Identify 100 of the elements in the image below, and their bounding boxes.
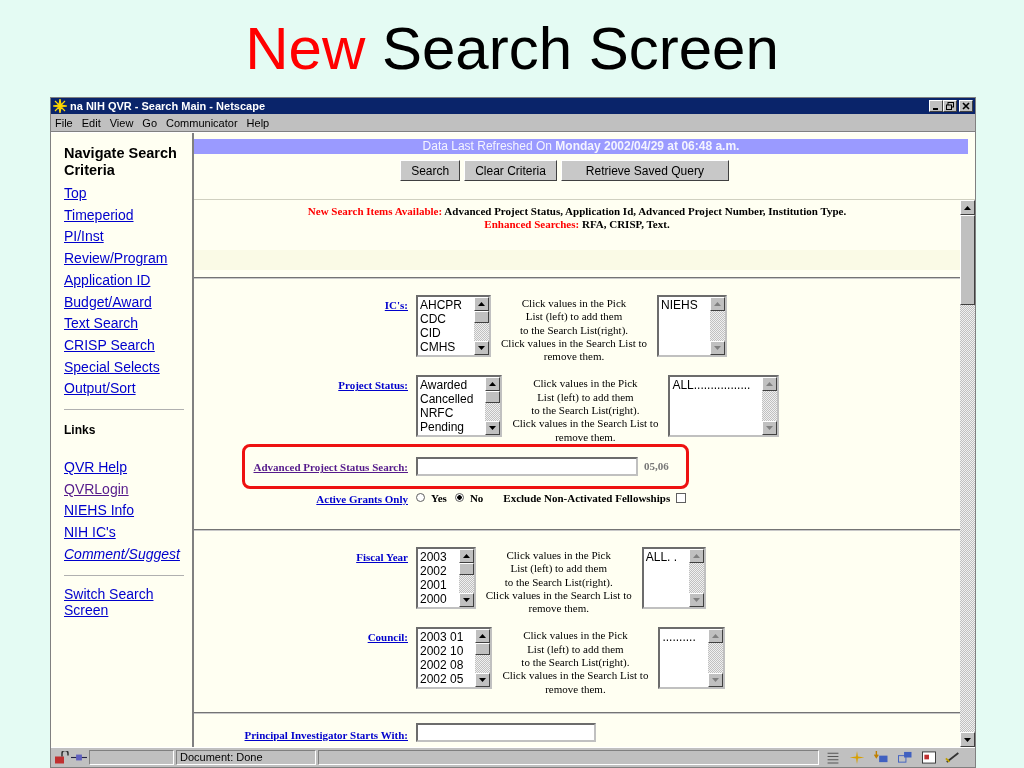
scrollbar[interactable] (475, 629, 491, 688)
down-arrow-icon (693, 597, 701, 602)
maximize-button[interactable] (943, 100, 957, 112)
list-option[interactable]: .......... (662, 630, 696, 645)
nav-link[interactable]: Top (64, 183, 87, 205)
up-arrow-icon (766, 382, 774, 387)
field-label-link[interactable]: Fiscal Year (356, 550, 408, 563)
nav-link[interactable]: Output/Sort (64, 378, 136, 401)
menu-item[interactable]: Go (142, 116, 158, 129)
menu-item[interactable]: Help (246, 116, 270, 129)
notice-text: New Search Items Available: Advanced Project Status, Application Id, Advanced Project Number, Institution Type. (306, 205, 848, 218)
nav-link[interactable]: CRISP Search (64, 334, 155, 357)
scrollbar[interactable] (474, 297, 489, 355)
up-arrow-icon (693, 553, 701, 558)
pick-list[interactable]: Awarded Cancelled NRFC Pending (416, 375, 503, 438)
nav-link[interactable]: Timeperiod (64, 204, 134, 227)
list-option[interactable]: 2002 05 (420, 672, 464, 687)
toolbar-button[interactable]: Retrieve Saved Query (560, 160, 729, 181)
radio-label: No (469, 491, 484, 504)
menu-item[interactable]: File (55, 116, 73, 129)
toolbar-button[interactable]: Search (400, 160, 461, 181)
switch-screen-link[interactable]: Switch Search Screen (64, 585, 174, 618)
radio-button[interactable] (416, 493, 425, 503)
list-option[interactable]: Cancelled (420, 392, 474, 407)
refresh-banner: Data Last Refreshed On Monday 2002/04/29 at 06:48 a.m. (194, 139, 968, 154)
list-option[interactable]: CMHS (420, 340, 462, 354)
field-label-link[interactable]: IC's: (384, 299, 408, 311)
scrollbar[interactable] (960, 200, 975, 747)
sidebar-link[interactable]: QVRLogin (64, 478, 129, 501)
list-option[interactable]: ALL................. (672, 378, 751, 393)
scroll-thumb[interactable] (960, 215, 975, 305)
list-option[interactable]: Pending (420, 420, 474, 435)
list-option[interactable]: NIEHS (661, 298, 698, 312)
down-arrow-icon (462, 597, 470, 602)
input-field[interactable] (416, 722, 596, 742)
menu-item[interactable]: Communicator (166, 116, 238, 129)
list-option[interactable]: 2002 (420, 563, 447, 578)
up-arrow-icon (462, 553, 470, 558)
scrollbar[interactable] (458, 548, 474, 607)
up-arrow-icon (478, 302, 485, 306)
pick-list[interactable]: 2003 01 2002 10 2002 08 2002 05 (416, 627, 493, 690)
list-option[interactable]: 2003 01 (420, 630, 464, 645)
down-arrow-icon (711, 678, 719, 683)
nav-link[interactable]: Text Search (64, 313, 138, 335)
list-option[interactable]: 2001 (420, 577, 447, 592)
lock-icon (53, 751, 69, 764)
star-icon (849, 751, 865, 764)
up-arrow-icon (489, 382, 497, 387)
notice-text: Enhanced Searches: RFA, CRISP, Text. (483, 218, 671, 231)
nav-link[interactable]: Application ID (64, 269, 151, 292)
down-arrow-icon (478, 346, 485, 350)
nav-link[interactable]: Budget/Award (64, 291, 152, 314)
search-list[interactable]: NIEHS (657, 295, 727, 357)
list-option[interactable]: NRFC (420, 406, 474, 421)
list-option[interactable]: ALL. . (645, 549, 678, 564)
sidebar-link[interactable]: Comment/Suggest (64, 543, 180, 566)
search-list[interactable]: ALL................. (668, 375, 780, 438)
pick-list[interactable]: AHCPR CDC CID CMHS (416, 295, 491, 357)
list-option[interactable]: CDC (420, 312, 462, 326)
checkbox[interactable] (676, 492, 687, 503)
close-button[interactable] (959, 100, 973, 112)
radio-button[interactable] (454, 493, 464, 503)
toolbar-button[interactable]: Clear Criteria (464, 160, 557, 181)
list-option[interactable]: CID (420, 326, 462, 340)
nav-link[interactable]: Special Selects (64, 356, 160, 379)
menu-item[interactable]: View (109, 116, 134, 129)
sidebar-link[interactable]: NIH IC's (64, 522, 116, 544)
up-arrow-icon (964, 205, 971, 210)
list-option[interactable]: 2000 (420, 591, 447, 606)
field-label-link[interactable]: Principal Investigator Starts With: (244, 728, 408, 741)
list-option[interactable]: Awarded (420, 378, 474, 393)
down-arrow-icon (489, 426, 497, 431)
up-arrow-icon (713, 302, 721, 306)
maximize-icon (946, 102, 954, 110)
list-option[interactable]: 2002 08 (420, 658, 464, 673)
scrollbar[interactable] (485, 377, 501, 436)
sidebar-link[interactable]: QVR Help (64, 457, 128, 479)
field-label-link[interactable]: Advanced Project Status Search: (253, 461, 408, 474)
nav-link[interactable]: Review/Program (64, 248, 168, 270)
search-list[interactable]: ALL. . (641, 546, 707, 609)
search-list[interactable]: .......... (658, 627, 725, 690)
slide-title: New Search Screen (244, 14, 780, 84)
help-text: Click values in the Pick List (left) to add them to the Search List(right). Click values in the Search List to remove them. (502, 629, 649, 696)
help-text: Click values in the Pick List (left) to add them to the Search List(right). Click values in the Search List to remove them. (512, 377, 659, 444)
list-option[interactable]: 2003 (420, 549, 447, 564)
menu-item[interactable]: Edit (81, 116, 101, 129)
nav-link[interactable]: PI/Inst (64, 226, 104, 249)
help-text: Click values in the Pick List (left) to add them to the Search List(right). Click values in the Search List to remove them. (501, 297, 648, 364)
sidebar-link[interactable]: NIEHS Info (64, 500, 135, 523)
down-arrow-icon (964, 737, 971, 742)
links-heading: Links (64, 422, 96, 440)
down-arrow-icon (766, 426, 774, 431)
list-option[interactable]: AHCPR (420, 298, 462, 312)
minimize-button[interactable] (929, 100, 943, 112)
field-label-link[interactable]: Project Status: (338, 379, 408, 392)
list-option[interactable]: 2002 10 (420, 644, 464, 659)
field-label-link[interactable]: Council: (367, 631, 408, 644)
pick-list[interactable]: 2003 2002 2001 2000 (416, 546, 476, 609)
field-label-link[interactable]: Active Grants Only (316, 492, 408, 505)
input-field[interactable] (416, 456, 638, 476)
